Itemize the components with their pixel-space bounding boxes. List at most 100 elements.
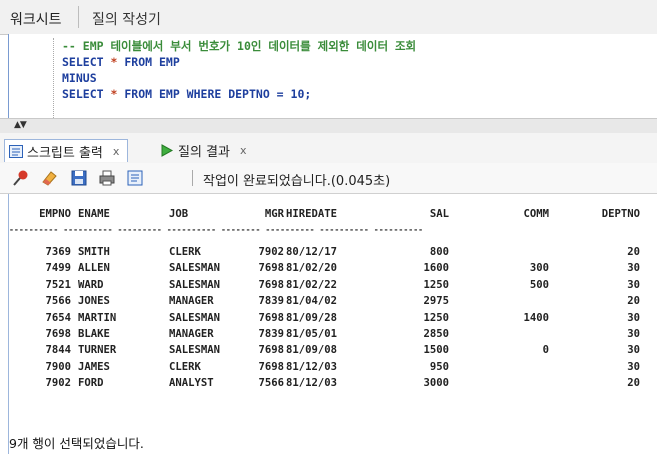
cell-mgr: 7698 (258, 344, 284, 357)
status-message: 작업이 완료되었습니다.(0.045초) (203, 174, 391, 189)
cell-job: MANAGER (169, 295, 214, 308)
cell-mgr: 7698 (258, 360, 284, 373)
cell-mgr: 7698 (258, 262, 284, 275)
cell-comm: 0 (542, 344, 549, 357)
pane-splitter[interactable]: ▲▼ (0, 118, 657, 134)
cell-empno: 7900 (45, 360, 71, 373)
cell-comm: COMM (523, 208, 549, 220)
cell-deptno: 20 (627, 295, 640, 308)
code-comment-line: -- EMP 테이블에서 부서 번호가 10인 데이터를 제외한 데이터 조회 (62, 39, 417, 53)
pin-icon[interactable] (12, 169, 30, 187)
tab-divider (78, 6, 79, 28)
rows-selected-message: 9개 행이 선택되었습니다. (9, 436, 144, 451)
cell-hiredate: 81/02/22 (286, 278, 338, 291)
table-row: 7654 MARTIN SALESMAN 7698 81/09/28 1250 1400 30 (9, 312, 649, 328)
open-file-icon[interactable] (126, 169, 144, 187)
cell-deptno: 30 (627, 262, 640, 275)
cell-ename: WARD (78, 278, 104, 291)
editor-gutter (9, 34, 53, 118)
cell-mgr: 7839 (258, 295, 284, 308)
script-output-pane[interactable]: EMPNO ENAME JOB MGR HIREDATE SAL COMM DEPTNO ---… (8, 194, 657, 454)
separator-dashes: ---------- ---------- --------- --------… (9, 224, 424, 234)
cell-ename: JONES (78, 295, 110, 308)
cell-sal: 1250 (423, 278, 449, 291)
cell-sal: 2850 (423, 328, 449, 340)
table-row: 7698 BLAKE MANAGER 7839 81/05/01 2850 30 (9, 328, 649, 344)
close-icon[interactable]: x (240, 144, 247, 157)
cell-ename: FORD (78, 377, 104, 390)
cell-deptno: DEPTNO (601, 208, 640, 220)
code-line-select-1: SELECT * FROM EMP (62, 55, 180, 69)
cell-hiredate: 81/12/03 (286, 360, 338, 373)
code-line-minus: MINUS (62, 71, 97, 85)
tab-script-output[interactable]: 스크립트 출력 x (4, 139, 129, 162)
tab-query-builder[interactable]: 질의 작성기 (92, 9, 161, 29)
tab-worksheet[interactable]: 워크시트 (10, 9, 62, 29)
cell-hiredate: HIREDATE (286, 208, 338, 220)
cell-empno: 7654 (45, 311, 71, 324)
cell-job: SALESMAN (169, 278, 221, 291)
header-separator: ---------- ---------- --------- --------… (9, 224, 649, 240)
cell-mgr: 7839 (258, 328, 284, 340)
cell-sal: 2975 (423, 295, 449, 308)
close-icon[interactable]: x (113, 145, 120, 158)
save-icon[interactable] (70, 169, 88, 187)
cell-hiredate: 81/12/03 (286, 377, 338, 390)
cell-empno: 7369 (45, 246, 71, 258)
script-output-icon (9, 144, 23, 158)
tab-query-result[interactable]: 질의 결과 x (160, 139, 247, 161)
cell-hiredate: 81/09/08 (286, 344, 338, 357)
cell-hiredate: 81/09/28 (286, 311, 338, 324)
cell-ename: BLAKE (78, 328, 110, 340)
cell-deptno: 30 (627, 344, 640, 357)
cell-mgr: MGR (264, 208, 284, 220)
cell-empno: 7902 (45, 377, 71, 390)
cell-deptno: 20 (627, 377, 640, 390)
table-row: 7499 ALLEN SALESMAN 7698 81/02/20 1600 300 30 (9, 262, 649, 278)
cell-empno: 7521 (45, 278, 71, 291)
cell-hiredate: 81/02/20 (286, 262, 338, 275)
table-row: 7844 TURNER SALESMAN 7698 81/09/08 1500 0 30 (9, 344, 649, 360)
cell-deptno: 30 (627, 278, 640, 291)
cell-ename: JAMES (78, 360, 110, 373)
cell-ename: ENAME (78, 208, 110, 220)
cell-comm: 300 (529, 262, 549, 275)
cell-empno: 7566 (45, 295, 71, 308)
toolbar-separator (192, 170, 193, 186)
sql-editor[interactable]: -- EMP 테이블에서 부서 번호가 10인 데이터를 제외한 데이터 조회 … (8, 34, 657, 118)
print-icon[interactable] (98, 169, 116, 187)
play-icon (161, 143, 174, 157)
cell-job: CLERK (169, 246, 201, 258)
table-header-row: EMPNO ENAME JOB MGR HIREDATE SAL COMM DEPTNO (9, 208, 649, 224)
cell-deptno: 30 (627, 360, 640, 373)
cell-empno: EMPNO (39, 208, 71, 220)
cell-ename: TURNER (78, 344, 117, 357)
cell-comm: 1400 (523, 311, 549, 324)
eraser-icon[interactable] (40, 169, 58, 187)
table-row: 7900 JAMES CLERK 7698 81/12/03 950 30 (9, 361, 649, 377)
output-tab-bar: 스크립트 출력 x 질의 결과 x (0, 133, 657, 163)
cell-sal: 1600 (423, 262, 449, 275)
cell-hiredate: 80/12/17 (286, 246, 338, 258)
cell-deptno: 30 (627, 311, 640, 324)
cell-sal: 950 (429, 360, 449, 373)
worksheet-tab-bar: 워크시트 질의 작성기 (0, 0, 657, 35)
cell-job: SALESMAN (169, 344, 221, 357)
cell-job: ANALYST (169, 377, 214, 390)
cell-deptno: 20 (627, 246, 640, 258)
sql-code[interactable]: -- EMP 테이블에서 부서 번호가 10인 데이터를 제외한 데이터 조회 … (62, 38, 416, 102)
editor-guide-line (53, 38, 55, 118)
cell-mgr: 7698 (258, 311, 284, 324)
cell-empno: 7698 (45, 328, 71, 340)
table-row: 7521 WARD SALESMAN 7698 81/02/22 1250 500 30 (9, 279, 649, 295)
cell-deptno: 30 (627, 328, 640, 340)
cell-hiredate: 81/04/02 (286, 295, 338, 308)
collapse-arrows-icon[interactable]: ▲▼ (14, 119, 27, 132)
cell-mgr: 7902 (258, 246, 284, 258)
cell-ename: MARTIN (78, 311, 117, 324)
cell-empno: 7844 (45, 344, 71, 357)
tab-query-result-label: 질의 결과 (178, 144, 230, 160)
cell-job: MANAGER (169, 328, 214, 340)
cell-sal: 1250 (423, 311, 449, 324)
output-toolbar: 작업이 완료되었습니다.(0.045초) (0, 163, 657, 194)
